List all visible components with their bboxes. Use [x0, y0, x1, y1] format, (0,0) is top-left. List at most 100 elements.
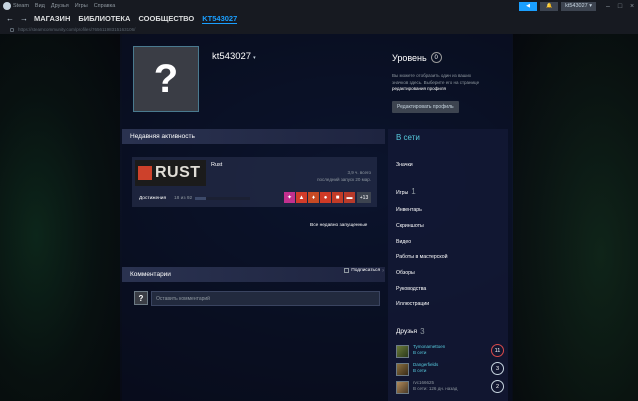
comments-title: Комментарии — [130, 271, 171, 278]
recent-activity-title: Недавняя активность — [130, 133, 195, 140]
sidebar-link-guides[interactable]: Руководства — [396, 286, 426, 292]
achievement-icons: ✦ ▲ ♦ ● ■ ▬ +13 — [284, 192, 371, 203]
all-recent-games-link[interactable]: Все недавно запущенные — [310, 223, 367, 228]
sidebar-link-screenshots[interactable]: Скриншоты — [396, 223, 424, 229]
online-status: В сети — [396, 133, 420, 142]
friend-status: В сети: 126 дн. назад — [413, 386, 458, 391]
back-arrow-icon[interactable]: ← — [6, 14, 14, 23]
close-icon[interactable]: × — [626, 3, 638, 10]
account-menu[interactable]: kt543027 ▾ — [561, 1, 596, 11]
achievements-progress-bar — [195, 197, 250, 200]
checkbox-icon — [344, 268, 350, 273]
forward-arrow-icon[interactable]: → — [20, 14, 28, 23]
subscribe-label: Подписаться — [351, 268, 381, 273]
maximize-icon[interactable]: □ — [614, 3, 626, 10]
comment-placeholder: Оставить комментарий — [156, 295, 210, 302]
sidebar-link-inventory[interactable]: Инвентарь — [396, 207, 422, 213]
broadcast-icon[interactable]: ◀ — [519, 1, 538, 11]
achievements-count: 18 из 92 — [174, 196, 193, 201]
friend-avatar[interactable] — [396, 381, 409, 394]
friend-avatar[interactable] — [396, 345, 409, 358]
profile-page: ? kt543027 ▾ Уровень 0 Вы можете отобрази… — [0, 34, 638, 401]
achievement-icon[interactable]: ♦ — [308, 192, 319, 203]
menu-steam[interactable]: Steam — [13, 3, 29, 9]
friend-status: В сети — [413, 368, 427, 373]
game-stats: 3,9 ч. всего последний запуск 20 мар. — [317, 170, 371, 184]
sidebar-link-badges[interactable]: Значки — [396, 162, 413, 168]
title-bar: Steam Вид Друзья Игры Справка ◀ 🔔 kt5430… — [0, 0, 638, 12]
game-capsule-text: RUST — [155, 164, 201, 181]
friend-name[interactable]: rvc166625 — [413, 380, 434, 385]
persona-name-dropdown[interactable]: kt543027 ▾ — [212, 51, 256, 62]
subscribe-checkbox[interactable]: Подписаться ? — [344, 268, 384, 273]
level-badge: 0 — [430, 52, 442, 63]
sidebar-link-workshop[interactable]: Работы в мастерской — [396, 254, 448, 260]
friends-header[interactable]: Друзья 3 — [396, 327, 425, 336]
menu-help[interactable]: Справка — [94, 3, 116, 9]
friend-level-badge: 2 — [491, 380, 504, 393]
profile-content: ? kt543027 ▾ Уровень 0 Вы можете отобрази… — [122, 34, 512, 401]
nav-library[interactable]: БИБЛИОТЕКА — [78, 14, 130, 23]
games-count: 1 — [411, 187, 416, 196]
url-bar: https://steamcommunity.com/profiles/7656… — [0, 25, 638, 34]
sidebar-link-games-label: Игры — [396, 190, 409, 196]
level-title: Уровень — [392, 52, 427, 63]
friend-item[interactable]: rvc166625 В сети: 126 дн. назад 2 — [396, 379, 504, 395]
achievement-icon[interactable]: ● — [320, 192, 331, 203]
subscribe-help-icon[interactable]: ? — [382, 269, 384, 273]
avatar[interactable]: ? — [133, 46, 199, 112]
main-nav: ← → МАГАЗИН БИБЛИОТЕКА СООБЩЕСТВО KT5430… — [0, 12, 638, 25]
friends-title: Друзья — [396, 328, 418, 335]
profile-sidebar: В сети Значки Игры 1 Инвентарь Скриншоты … — [388, 129, 508, 401]
friend-name[interactable]: Dangerfields — [413, 362, 438, 367]
sidebar-link-reviews[interactable]: Обзоры — [396, 270, 415, 276]
achievements-progress-fill — [195, 197, 206, 200]
level-title-row: Уровень 0 — [392, 52, 510, 63]
game-card-rust: RUST Rust 3,9 ч. всего последний запуск … — [132, 157, 377, 207]
friend-item[interactable]: Dangerfields В сети 3 — [396, 361, 504, 377]
badge-hint: Вы можете отобразить один из ваших значк… — [392, 73, 510, 93]
achievements-label[interactable]: Достижения — [139, 196, 166, 201]
level-box: Уровень 0 Вы можете отобразить один из в… — [392, 52, 510, 113]
friend-level-badge: 11 — [491, 344, 504, 357]
game-last-played: последний запуск 20 мар. — [317, 176, 371, 182]
background-right — [513, 34, 638, 401]
minimize-icon[interactable]: – — [602, 3, 614, 10]
comment-input[interactable]: Оставить комментарий — [151, 291, 380, 306]
friend-item[interactable]: Tymonamettoen В сети 11 — [396, 343, 504, 359]
account-name: kt543027 — [565, 3, 588, 9]
nav-community[interactable]: СООБЩЕСТВО — [138, 14, 194, 23]
sidebar-link-games[interactable]: Игры 1 — [396, 187, 416, 196]
background-left — [0, 34, 120, 401]
edit-profile-button[interactable]: Редактировать профиль — [392, 100, 459, 113]
more-achievements-badge[interactable]: +13 — [357, 192, 371, 203]
recent-activity-header: Недавняя активность — [122, 129, 385, 144]
friend-name[interactable]: Tymonamettoen — [413, 344, 445, 349]
friends-count: 3 — [420, 327, 425, 336]
achievement-icon[interactable]: ▬ — [344, 192, 355, 203]
lock-icon — [10, 27, 14, 32]
achievement-icon[interactable]: ▲ — [296, 192, 307, 203]
friend-status: В сети — [413, 350, 427, 355]
game-capsule[interactable]: RUST — [135, 160, 206, 186]
sidebar-link-videos[interactable]: Видео — [396, 239, 411, 245]
friend-avatar[interactable] — [396, 363, 409, 376]
nav-store[interactable]: МАГАЗИН — [34, 14, 70, 23]
comment-avatar: ? — [134, 291, 148, 305]
chevron-down-icon: ▾ — [253, 55, 256, 61]
avatar-placeholder-icon: ? — [153, 57, 179, 101]
steam-logo-icon[interactable] — [3, 2, 11, 10]
friend-level-badge: 3 — [491, 362, 504, 375]
sidebar-link-artwork[interactable]: Иллюстрации — [396, 301, 429, 307]
achievement-icon[interactable]: ■ — [332, 192, 343, 203]
game-name[interactable]: Rust — [211, 162, 222, 168]
menu-friends[interactable]: Друзья — [51, 3, 69, 9]
persona-name: kt543027 — [212, 51, 252, 62]
notifications-icon[interactable]: 🔔 — [540, 1, 559, 11]
nav-profile[interactable]: KT543027 — [202, 14, 238, 24]
achievement-icon[interactable]: ✦ — [284, 192, 295, 203]
url-text: https://steamcommunity.com/profiles/7656… — [18, 27, 136, 32]
menu-games[interactable]: Игры — [75, 3, 88, 9]
menu-view[interactable]: Вид — [35, 3, 45, 9]
edit-profile-link[interactable]: редактирования профиля — [392, 86, 510, 93]
